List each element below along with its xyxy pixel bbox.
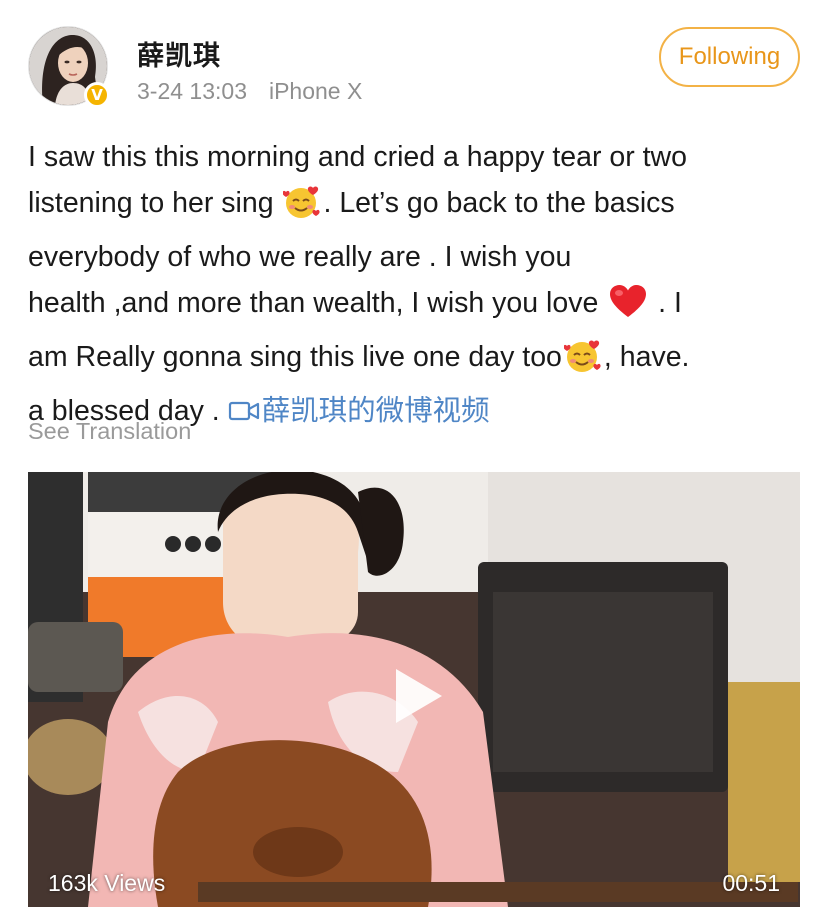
video-link[interactable]: 薛凯琪的微博视频 bbox=[228, 395, 490, 427]
post-text-segment: I saw this this morning and cried a happ… bbox=[28, 141, 687, 173]
video-camera-icon bbox=[228, 401, 259, 421]
username[interactable]: 薛凯琪 bbox=[137, 34, 221, 73]
post-text-segment: . I bbox=[650, 287, 682, 319]
post-line-4: health ,and more than wealth, I wish you… bbox=[28, 280, 798, 334]
video-link-label[interactable]: 薛凯琪的微博视频 bbox=[262, 395, 490, 427]
see-translation-link[interactable]: See Translation bbox=[28, 418, 191, 445]
video-duration: 00:51 bbox=[722, 870, 780, 896]
red-heart-icon bbox=[608, 284, 648, 334]
post-text-segment: am Really gonna sing this live one day t… bbox=[28, 341, 562, 373]
post-device: iPhone X bbox=[268, 78, 363, 104]
play-icon[interactable] bbox=[396, 669, 442, 723]
avatar[interactable]: V bbox=[28, 26, 110, 108]
post-text-segment: , have. bbox=[603, 341, 690, 373]
post-text-segment: health ,and more than wealth, I wish you… bbox=[28, 287, 599, 319]
smiling-face-with-hearts-icon bbox=[282, 184, 321, 234]
post-meta: 3-24 13:03 iPhone X bbox=[137, 78, 362, 105]
post-text: I saw this this morning and cried a happ… bbox=[28, 134, 798, 434]
smiling-face-with-hearts-icon bbox=[563, 338, 602, 388]
post-text-segment: listening to her sing bbox=[28, 187, 274, 219]
following-button[interactable]: Following bbox=[659, 27, 800, 87]
video-view-count: 163k Views bbox=[48, 870, 166, 896]
post-line-1: I saw this this morning and cried a happ… bbox=[28, 134, 798, 180]
post-line-2: listening to her sing . Let’s go back to… bbox=[28, 180, 798, 234]
verified-badge-icon: V bbox=[84, 82, 110, 108]
post-line-3: everybody of who we really are . I wish … bbox=[28, 234, 798, 280]
post-timestamp: 3-24 13:03 bbox=[137, 78, 247, 104]
video-player[interactable]: 163k Views 00:51 bbox=[28, 472, 800, 907]
post-text-segment: . Let’s go back to the basics bbox=[323, 187, 675, 219]
post-text-segment: everybody of who we really are . I wish … bbox=[28, 241, 572, 273]
post-line-5: am Really gonna sing this live one day t… bbox=[28, 334, 798, 388]
